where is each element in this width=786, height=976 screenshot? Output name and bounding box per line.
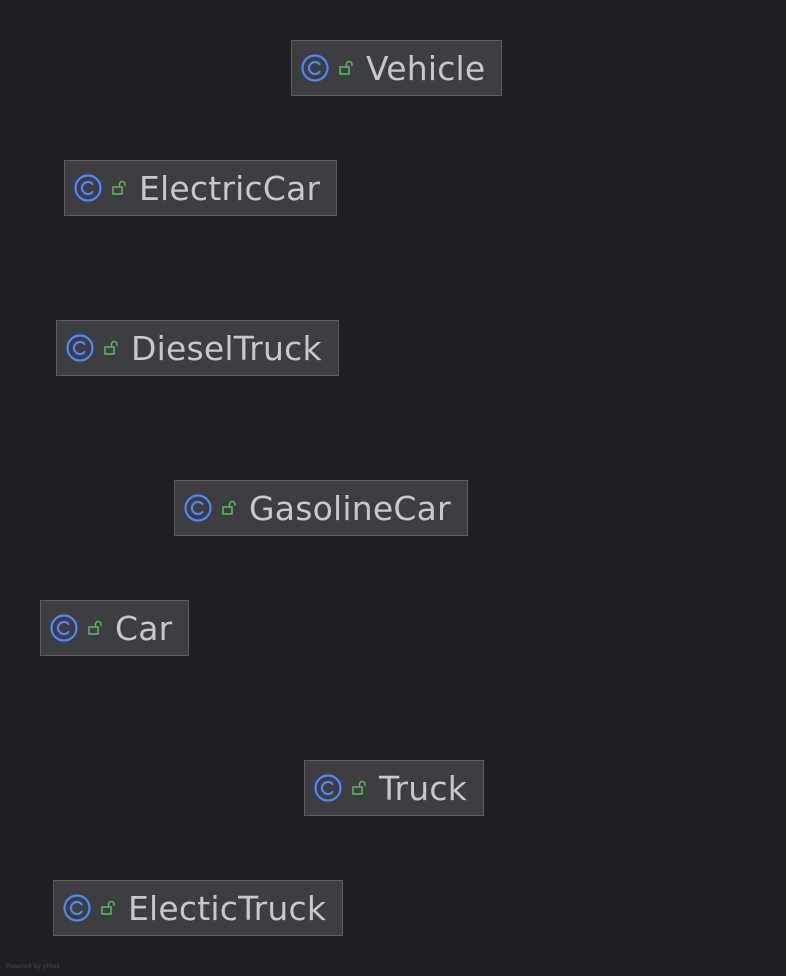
unlocked-public-icon: [111, 179, 129, 197]
class-name-label: ElectricCar: [139, 168, 321, 208]
class-name-label: GasolineCar: [249, 488, 451, 528]
class-node-dieseltruck[interactable]: DieselTruck: [56, 320, 339, 376]
class-c-icon: [73, 173, 103, 203]
unlocked-public-icon: [221, 499, 239, 517]
unlocked-public-icon: [87, 619, 105, 637]
unlocked-public-icon: [338, 59, 356, 77]
class-name-label: Truck: [379, 768, 468, 808]
class-c-icon: [49, 613, 79, 643]
class-c-icon: [183, 493, 213, 523]
class-c-icon: [313, 773, 343, 803]
unlocked-public-icon: [100, 899, 118, 917]
class-name-label: DieselTruck: [131, 328, 322, 368]
footer-credit: Powered by yFiles: [6, 963, 60, 970]
class-name-label: Car: [115, 608, 173, 648]
class-node-truck[interactable]: Truck: [304, 760, 485, 816]
class-c-icon: [62, 893, 92, 923]
class-node-vehicle[interactable]: Vehicle: [291, 40, 503, 96]
class-name-label: ElecticTruck: [128, 888, 327, 928]
unlocked-public-icon: [103, 339, 121, 357]
class-c-icon: [65, 333, 95, 363]
class-node-electictruck[interactable]: ElecticTruck: [53, 880, 344, 936]
unlocked-public-icon: [351, 779, 369, 797]
uml-class-diagram: Vehicle ElectricCar DieselTruck Gasoline…: [0, 0, 786, 976]
class-node-electriccar[interactable]: ElectricCar: [64, 160, 338, 216]
class-node-gasolinecar[interactable]: GasolineCar: [174, 480, 468, 536]
class-name-label: Vehicle: [366, 48, 486, 88]
class-c-icon: [300, 53, 330, 83]
class-node-car[interactable]: Car: [40, 600, 190, 656]
